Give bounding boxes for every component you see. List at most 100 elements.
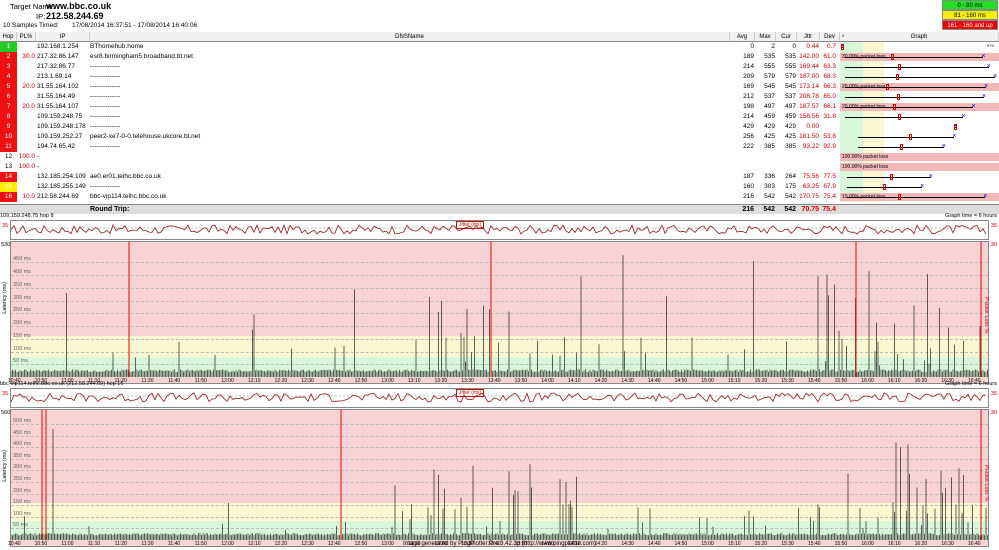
hop-number: 12	[0, 152, 17, 162]
hop-jttr: 63.25	[802, 183, 819, 190]
hop-max: 542	[764, 193, 775, 200]
hop-graph: 30.00% packet loss×	[840, 52, 999, 62]
hop-dns: esr8.birmingham5.broadband.bt.net	[90, 53, 193, 60]
col-dev[interactable]: Dev	[820, 32, 840, 42]
col-graph[interactable]: Graph	[840, 32, 999, 42]
hop-dns: --------------	[90, 63, 121, 70]
hop-dns: ae0.er01.telhc.bbc.co.uk	[90, 173, 161, 180]
hop-row[interactable]: 15 132.185.255.149 -------------- 160 303 175…	[0, 182, 999, 192]
col-pl[interactable]: PL%	[17, 32, 36, 42]
col-ip[interactable]: IP	[36, 32, 90, 42]
hop-row[interactable]: 1 192.168.1.254 BThomehub.home 0 2 0 0.44 0.7 ×	[0, 42, 999, 52]
hop-row[interactable]: 12 100.0- 100.00% packet loss	[0, 152, 999, 162]
hop-row[interactable]: 10 109.159.252.27 peer2-xe7-0-0.telehouse.…	[0, 132, 999, 142]
hop-cur: 535	[785, 53, 796, 60]
hop-cur: 429	[785, 123, 796, 130]
hop-avg: 189	[743, 53, 754, 60]
graph-time-label[interactable]: Graph time = 6 hours	[945, 380, 997, 388]
hop-cur: 425	[785, 133, 796, 140]
hop-jttr: 208.78	[799, 93, 819, 100]
avg-latency-marker	[890, 174, 894, 180]
sample-range: 17/08/2014 16:37:51 - 17/08/2014 16:40:0…	[72, 22, 198, 29]
hop-jttr: 142.00	[799, 53, 819, 60]
hop-avg	[731, 162, 754, 172]
col-hop[interactable]: Hop	[0, 32, 17, 42]
packet-loss	[17, 62, 35, 72]
latency-bars	[11, 255, 988, 377]
hop-max: 425	[764, 133, 775, 140]
y-axis-label: Latency (ms)	[2, 450, 8, 482]
hop-avg: 198	[743, 103, 754, 110]
max-latency-marker: ×	[961, 113, 966, 120]
hop-row[interactable]: 14 132.185.254.109 ae0.er01.telhc.bbc.co.u…	[0, 172, 999, 182]
graph-zone-green	[840, 122, 864, 132]
max-latency-marker: ×	[981, 53, 986, 60]
hop-dns: --------------	[90, 103, 121, 110]
hop-graph: ×	[840, 112, 999, 122]
hop-jttr: 173.14	[799, 83, 819, 90]
packet-loss-bar: 100.00% packet loss	[840, 163, 999, 171]
hop-dev: 61.0	[823, 53, 836, 60]
packet-loss	[17, 122, 35, 132]
hop-avg: 212	[743, 93, 754, 100]
hop-row[interactable]: 11 194.74.65.42 -------------- 222 385 385 93.…	[0, 142, 999, 152]
trace-table: Hop PL% IP DNSName Avg Max Cur Jttr Dev …	[0, 32, 999, 214]
jitter-max-label: 35	[2, 391, 9, 397]
avg-latency-marker	[896, 74, 900, 80]
jitter-graph: 35 35 Jitter (ms)	[2, 220, 997, 240]
hop-number: 9	[0, 122, 17, 132]
col-max[interactable]: Max	[755, 32, 776, 42]
latency-range-bar	[844, 77, 995, 78]
hop-dns: BThomehub.home	[90, 43, 144, 50]
hop-number: 6	[0, 92, 17, 102]
hop-number: 4	[0, 72, 17, 82]
avg-latency-marker	[908, 134, 912, 140]
hop-row[interactable]: 5 20.0 31.55.164.102 -------------- 169 545 54…	[0, 82, 999, 92]
header: Target Name: www.bbc.co.uk IP: 212.58.24…	[0, 0, 999, 32]
hop-row[interactable]: 16 10.0 212.58.244.69 bbc-vip114.telhc.bbc.…	[0, 192, 999, 202]
panel-title: 109.159.248.75 hop 8	[0, 213, 54, 219]
col-dns[interactable]: DNSName	[90, 32, 730, 42]
hop-dev	[821, 122, 836, 132]
hop-dev: 68.3	[823, 73, 836, 80]
hop-jttr	[797, 162, 819, 172]
hop-row[interactable]: 9 109.159.248.178 -------------- 429 429 429 0…	[0, 122, 999, 132]
hop-row[interactable]: 6 31.55.164.49 -------------- 212 537 537 208.…	[0, 92, 999, 102]
hop-dev: 66.3	[823, 83, 836, 90]
hop-row[interactable]: 13 100.0- 100.00% packet loss	[0, 162, 999, 172]
hop-graph: 20.00% packet loss×	[840, 82, 999, 92]
hop-jttr: 93.22	[802, 143, 819, 150]
hop-max: 336	[764, 173, 775, 180]
packet-loss	[17, 142, 35, 152]
col-jttr[interactable]: Jttr	[797, 32, 820, 42]
jitter-svg	[11, 392, 988, 403]
packet-loss	[17, 42, 35, 52]
legend-item: 161 - 160 and up	[942, 20, 998, 30]
hop-number: 10	[0, 132, 17, 142]
hop-graph: ×	[840, 62, 999, 72]
col-avg[interactable]: Avg	[730, 32, 755, 42]
hop-graph: 10.00% packet loss×	[840, 192, 999, 202]
hop-avg: 0	[750, 43, 754, 50]
y-max-label: 530	[1, 242, 11, 248]
hop-avg: 209	[743, 73, 754, 80]
packet-loss	[17, 172, 35, 182]
hop-dev: 67.9	[823, 183, 836, 190]
hop-graph: 20.00% packet loss×	[840, 102, 999, 112]
hop-row[interactable]: 2 30.0 217.32.86.147 esr8.birmingham5.broad…	[0, 52, 999, 62]
packet-loss: 20.0	[22, 103, 35, 110]
hop-max	[756, 152, 775, 162]
hop-row[interactable]: 4 213.1.69.14 -------------- 209 579 579 187.0…	[0, 72, 999, 82]
avg-latency-marker	[897, 114, 901, 120]
latency-range-bar	[844, 117, 964, 118]
col-cur[interactable]: Cur	[776, 32, 797, 42]
hop-row[interactable]: 8 109.159.248.75 -------------- 214 459 459 15…	[0, 112, 999, 122]
avg-latency-marker	[883, 184, 887, 190]
target-name[interactable]: www.bbc.co.uk	[46, 1, 111, 11]
hop-number: 15	[0, 182, 17, 192]
graph-time-label[interactable]: Graph time = 6 hours	[945, 212, 997, 220]
latency-bars	[11, 429, 988, 540]
hop-row[interactable]: 7 20.0 31.55.164.107 -------------- 198 497 49…	[0, 102, 999, 112]
hop-row[interactable]: 3 217.32.86.77 -------------- 214 555 555 169.…	[0, 62, 999, 72]
hop-cur	[777, 152, 796, 162]
